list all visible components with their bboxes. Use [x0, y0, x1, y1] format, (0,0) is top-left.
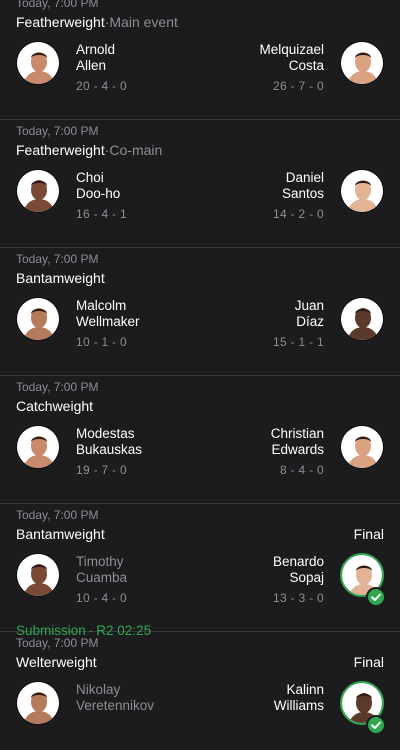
weight-class: Featherweight·Co-main: [16, 142, 162, 158]
fighter-record: 14 - 2 - 0: [272, 207, 324, 221]
fighter-name[interactable]: Christian Edwards: [271, 426, 324, 458]
fight-time: Today, 7:00 PM: [16, 252, 99, 266]
fighter-first-name: Arnold: [76, 42, 116, 57]
weight-class: Featherweight·Main event: [16, 14, 178, 30]
fighter-last-name: Doo-ho: [76, 186, 121, 201]
weight-class-label: Catchweight: [16, 398, 94, 414]
fighter-last-name: Edwards: [271, 442, 324, 457]
fighter-photo-icon[interactable]: [340, 425, 384, 469]
fighter-record: 10 - 1 - 0: [76, 335, 128, 349]
fighter-photo-icon[interactable]: [16, 681, 60, 725]
fighter-name[interactable]: Choi Doo-ho: [76, 170, 120, 202]
fighter-record: 15 - 1 - 1: [272, 335, 324, 349]
fighter-name[interactable]: Juan Díaz: [295, 298, 324, 330]
fight-card[interactable]: Today, 7:00 PM Featherweight·Co-main Choi D…: [0, 121, 400, 248]
fighter-first-name: Modestas: [76, 426, 135, 441]
fighter-record: 8 - 4 - 0: [279, 463, 324, 477]
fighter-last-name: Cuamba: [76, 570, 128, 585]
fight-time: Today, 7:00 PM: [16, 508, 99, 522]
fighter-name[interactable]: Malcolm Wellmaker: [76, 298, 140, 330]
fighter-first-name: Malcolm: [76, 298, 127, 313]
fighter-name[interactable]: Nikolay Veretennikov: [76, 682, 154, 714]
billing-label: Main event: [109, 14, 178, 30]
weight-class: Catchweight: [16, 398, 93, 414]
fight-time: Today, 7:00 PM: [16, 124, 99, 138]
fighter-name[interactable]: Melquizael Costa: [259, 42, 324, 74]
fighter-record: 20 - 4 - 0: [76, 79, 128, 93]
fighter-last-name: Bukauskas: [76, 442, 143, 457]
fighter-last-name: Wellmaker: [76, 314, 140, 329]
fight-card[interactable]: Today, 7:00 PM Featherweight·Main event Ar…: [0, 0, 400, 120]
fighter-photo-icon[interactable]: [16, 169, 60, 213]
fighter-name[interactable]: Arnold Allen: [76, 42, 115, 74]
weight-class-label: Bantamweight: [16, 270, 105, 286]
fight-status: Final: [353, 654, 384, 670]
fighter-record: 13 - 3 - 0: [272, 591, 324, 605]
fighter-photo-icon[interactable]: [340, 41, 384, 85]
checkmark-icon: [366, 715, 386, 735]
weight-class-label: Welterweight: [16, 654, 97, 670]
fighter-first-name: Daniel: [285, 170, 324, 185]
fighter-first-name: Choi: [76, 170, 104, 185]
weight-class: Bantamweight: [16, 526, 105, 542]
fighter-record: 19 - 7 - 0: [76, 463, 128, 477]
fighter-photo-icon[interactable]: [16, 297, 60, 341]
fighter-last-name: Veretennikov: [76, 698, 155, 713]
fighter-name[interactable]: Kalinn Williams: [274, 682, 324, 714]
fight-card-list: Today, 7:00 PM Featherweight·Main event Ar…: [0, 0, 400, 750]
fighter-record: 26 - 7 - 0: [272, 79, 324, 93]
fight-card[interactable]: Today, 7:00 PM Welterweight Final Nikolay Ve…: [0, 633, 400, 750]
weight-class-label: Bantamweight: [16, 526, 105, 542]
weight-class-label: Featherweight: [16, 142, 105, 158]
fighter-last-name: Díaz: [296, 314, 324, 329]
fight-card[interactable]: Today, 7:00 PM Catchweight Modestas Bukausk…: [0, 377, 400, 504]
fighter-record: 16 - 4 - 1: [76, 207, 128, 221]
weight-class: Bantamweight: [16, 270, 105, 286]
fighter-last-name: Williams: [273, 698, 324, 713]
fighter-first-name: Timothy: [76, 554, 124, 569]
fighter-last-name: Costa: [288, 58, 324, 73]
fighter-first-name: Christian: [270, 426, 324, 441]
fighter-first-name: Kalinn: [286, 682, 324, 697]
fight-time: Today, 7:00 PM: [16, 0, 99, 10]
fighter-first-name: Melquizael: [259, 42, 324, 57]
fighter-name[interactable]: Daniel Santos: [282, 170, 324, 202]
fighter-last-name: Sopaj: [289, 570, 324, 585]
fighter-name[interactable]: Benardo Sopaj: [273, 554, 324, 586]
fighter-photo-icon[interactable]: [340, 169, 384, 213]
fight-time: Today, 7:00 PM: [16, 636, 99, 650]
billing-label: Co-main: [109, 142, 163, 158]
fighter-record: 10 - 4 - 0: [76, 591, 128, 605]
fight-card[interactable]: Today, 7:00 PM Bantamweight Final Timothy Cu…: [0, 505, 400, 638]
fight-time: Today, 7:00 PM: [16, 380, 99, 394]
fight-status: Final: [353, 526, 384, 542]
fighter-first-name: Benardo: [272, 554, 324, 569]
fighter-photo-icon[interactable]: [16, 553, 60, 597]
fighter-name[interactable]: Modestas Bukauskas: [76, 426, 142, 458]
fight-card[interactable]: Today, 7:00 PM Bantamweight Malcolm Wellmak…: [0, 249, 400, 376]
weight-class-label: Featherweight: [16, 14, 105, 30]
fighter-photo-icon[interactable]: [340, 297, 384, 341]
fighter-first-name: Juan: [294, 298, 324, 313]
fighter-last-name: Allen: [76, 58, 107, 73]
weight-class: Welterweight: [16, 654, 97, 670]
fighter-first-name: Nikolay: [76, 682, 121, 697]
fighter-name[interactable]: Timothy Cuamba: [76, 554, 127, 586]
fighter-last-name: Santos: [281, 186, 324, 201]
fighter-photo-icon[interactable]: [16, 41, 60, 85]
fighter-photo-icon[interactable]: [16, 425, 60, 469]
checkmark-icon: [366, 587, 386, 607]
